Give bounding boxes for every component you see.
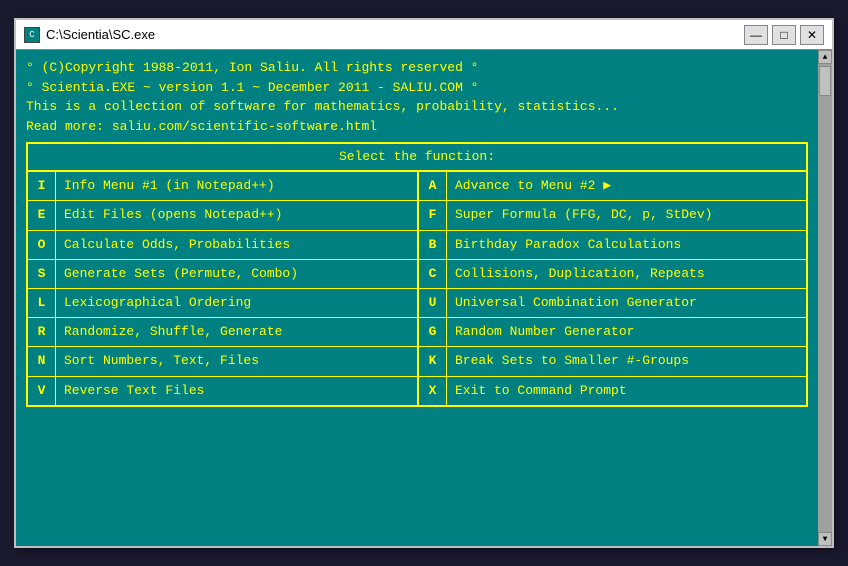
header-line4: Read more: saliu.com/scientific-software… <box>26 117 808 137</box>
menu-key-X: X <box>419 377 447 405</box>
header-line2: ° Scientia.EXE ~ version 1.1 ~ December … <box>26 78 808 98</box>
menu-label-V: Reverse Text Files <box>56 377 417 405</box>
menu-key-I: I <box>28 172 56 200</box>
menu-label-L: Lexicographical Ordering <box>56 289 417 317</box>
menu-label-B: Birthday Paradox Calculations <box>447 231 806 259</box>
title-bar-left: C C:\Scientia\SC.exe <box>24 27 155 43</box>
menu-key-E: E <box>28 201 56 229</box>
menu-row-V[interactable]: V Reverse Text Files <box>28 377 417 405</box>
header-lines: ° (C)Copyright 1988-2011, Ion Saliu. All… <box>26 58 808 136</box>
terminal-output: ° (C)Copyright 1988-2011, Ion Saliu. All… <box>16 50 818 546</box>
menu-label-C: Collisions, Duplication, Repeats <box>447 260 806 288</box>
menu-key-O: O <box>28 231 56 259</box>
close-button[interactable]: ✕ <box>800 25 824 45</box>
menu-row-O[interactable]: O Calculate Odds, Probabilities <box>28 231 417 260</box>
menu-key-V: V <box>28 377 56 405</box>
header-line3: This is a collection of software for mat… <box>26 97 808 117</box>
menu-key-C: C <box>419 260 447 288</box>
menu-key-K: K <box>419 347 447 375</box>
menu-row-N[interactable]: N Sort Numbers, Text, Files <box>28 347 417 376</box>
header-line1: ° (C)Copyright 1988-2011, Ion Saliu. All… <box>26 58 808 78</box>
menu-label-I: Info Menu #1 (in Notepad++) <box>56 172 417 200</box>
menu-key-S: S <box>28 260 56 288</box>
menu-row-B[interactable]: B Birthday Paradox Calculations <box>419 231 806 260</box>
menu-row-S[interactable]: S Generate Sets (Permute, Combo) <box>28 260 417 289</box>
menu-left: I Info Menu #1 (in Notepad++) E Edit Fil… <box>28 172 417 405</box>
menu-key-U: U <box>419 289 447 317</box>
menu-row-F[interactable]: F Super Formula (FFG, DC, p, StDev) <box>419 201 806 230</box>
content-area: ° (C)Copyright 1988-2011, Ion Saliu. All… <box>16 50 832 546</box>
menu-label-O: Calculate Odds, Probabilities <box>56 231 417 259</box>
scroll-up-button[interactable]: ▲ <box>818 50 832 64</box>
menu-row-E[interactable]: E Edit Files (opens Notepad++) <box>28 201 417 230</box>
menu-key-F: F <box>419 201 447 229</box>
menu-box: Select the function: I Info Menu #1 (in … <box>26 142 808 407</box>
menu-label-U: Universal Combination Generator <box>447 289 806 317</box>
menu-row-I[interactable]: I Info Menu #1 (in Notepad++) <box>28 172 417 201</box>
menu-row-U[interactable]: U Universal Combination Generator <box>419 289 806 318</box>
scrollbar[interactable]: ▲ ▼ <box>818 50 832 546</box>
window-icon: C <box>24 27 40 43</box>
menu-label-E: Edit Files (opens Notepad++) <box>56 201 417 229</box>
menu-label-G: Random Number Generator <box>447 318 806 346</box>
menu-row-R[interactable]: R Randomize, Shuffle, Generate <box>28 318 417 347</box>
main-window: C C:\Scientia\SC.exe — □ ✕ ° (C)Copyrigh… <box>14 18 834 548</box>
menu-label-A: Advance to Menu #2 ▶ <box>447 172 806 200</box>
title-bar: C C:\Scientia\SC.exe — □ ✕ <box>16 20 832 50</box>
menu-key-G: G <box>419 318 447 346</box>
title-bar-buttons: — □ ✕ <box>744 25 824 45</box>
menu-row-C[interactable]: C Collisions, Duplication, Repeats <box>419 260 806 289</box>
menu-grid: I Info Menu #1 (in Notepad++) E Edit Fil… <box>28 172 806 405</box>
menu-row-A[interactable]: A Advance to Menu #2 ▶ <box>419 172 806 201</box>
scrollbar-track[interactable] <box>818 64 832 532</box>
menu-label-N: Sort Numbers, Text, Files <box>56 347 417 375</box>
window-title: C:\Scientia\SC.exe <box>46 27 155 42</box>
maximize-button[interactable]: □ <box>772 25 796 45</box>
minimize-button[interactable]: — <box>744 25 768 45</box>
menu-key-R: R <box>28 318 56 346</box>
menu-key-A: A <box>419 172 447 200</box>
menu-row-K[interactable]: K Break Sets to Smaller #-Groups <box>419 347 806 376</box>
menu-title: Select the function: <box>28 144 806 172</box>
menu-row-L[interactable]: L Lexicographical Ordering <box>28 289 417 318</box>
menu-label-S: Generate Sets (Permute, Combo) <box>56 260 417 288</box>
menu-label-F: Super Formula (FFG, DC, p, StDev) <box>447 201 806 229</box>
menu-label-K: Break Sets to Smaller #-Groups <box>447 347 806 375</box>
menu-key-N: N <box>28 347 56 375</box>
menu-row-X[interactable]: X Exit to Command Prompt <box>419 377 806 405</box>
scrollbar-thumb[interactable] <box>819 66 831 96</box>
menu-key-L: L <box>28 289 56 317</box>
menu-label-X: Exit to Command Prompt <box>447 377 806 405</box>
menu-row-G[interactable]: G Random Number Generator <box>419 318 806 347</box>
menu-key-B: B <box>419 231 447 259</box>
menu-right: A Advance to Menu #2 ▶ F Super Formula (… <box>417 172 806 405</box>
menu-label-R: Randomize, Shuffle, Generate <box>56 318 417 346</box>
scroll-down-button[interactable]: ▼ <box>818 532 832 546</box>
